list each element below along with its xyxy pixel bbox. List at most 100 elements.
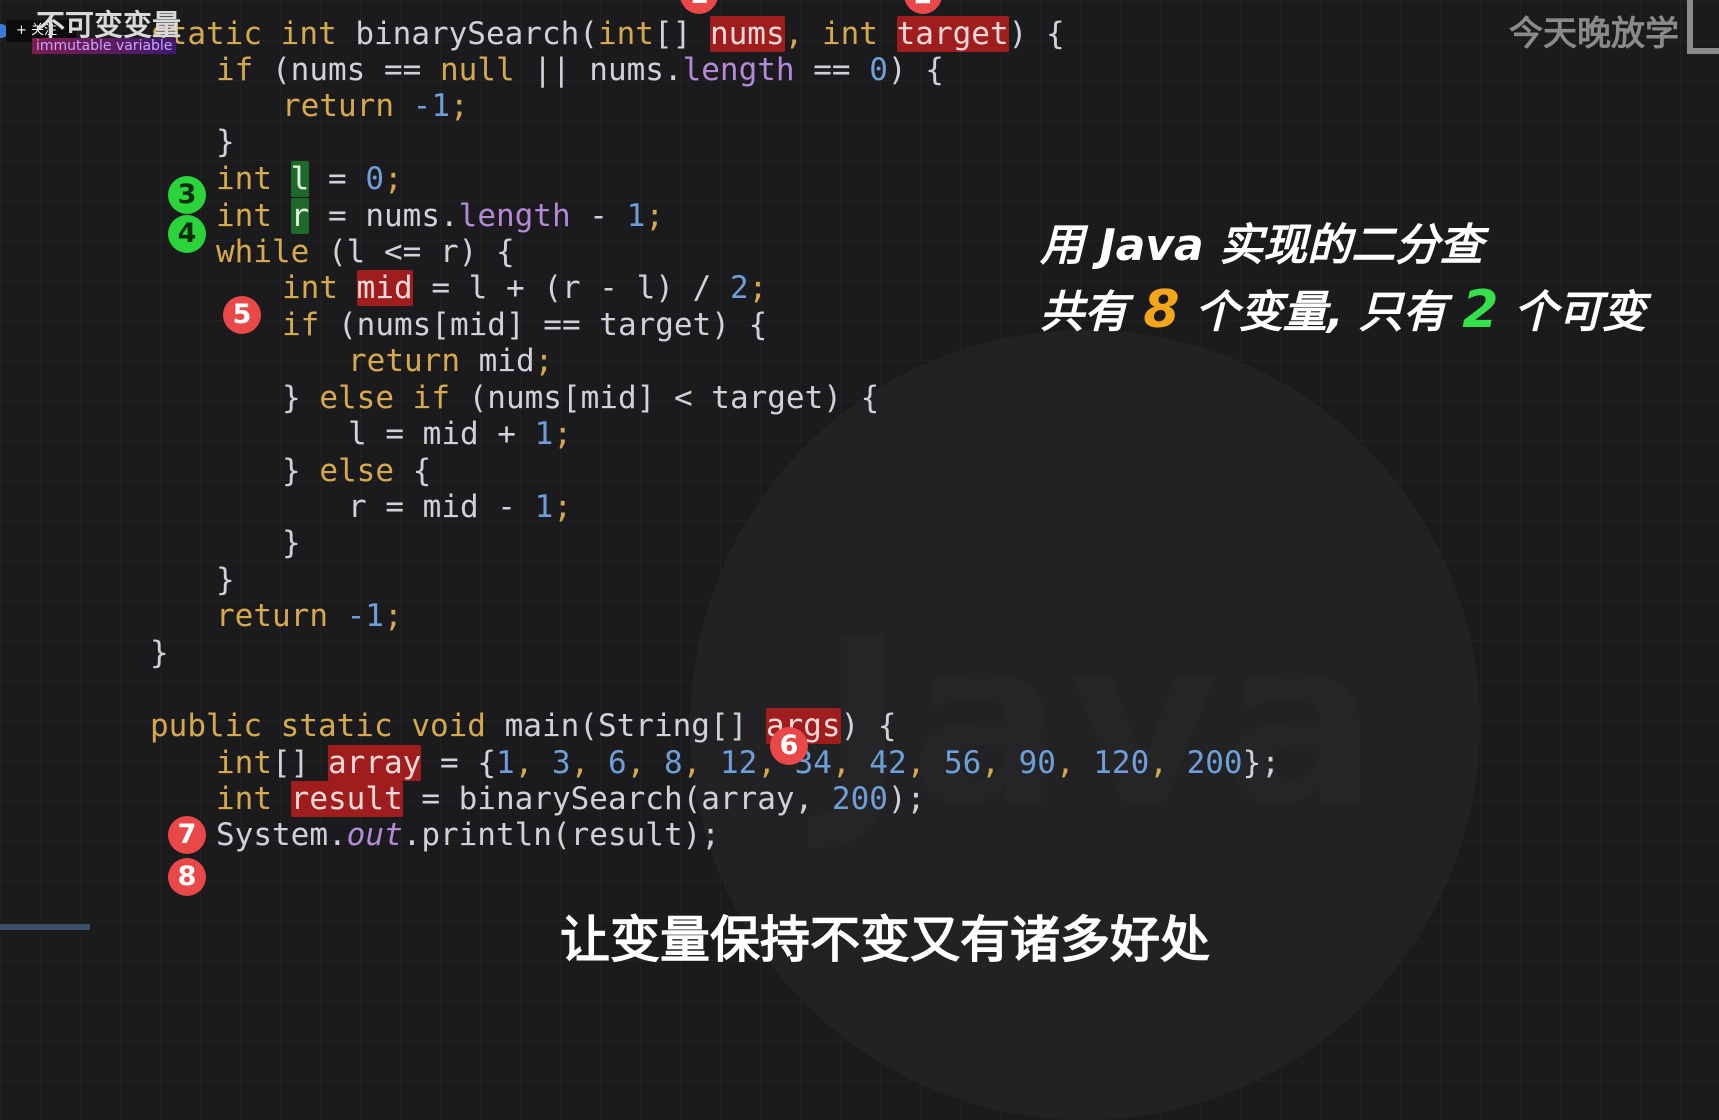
comma: , — [784, 16, 804, 52]
channel-logo-icon — [1687, 0, 1719, 54]
keyword-int: int — [280, 16, 337, 52]
semicolon: ; — [645, 198, 664, 234]
param-nums: nums — [709, 16, 785, 52]
code-text: .println(result); — [402, 817, 720, 853]
code-text: ) { — [840, 708, 897, 744]
code-text: (l <= r) { — [309, 234, 515, 270]
badge-5: 5 — [223, 296, 261, 334]
brace: } — [282, 380, 320, 416]
code-text: l = mid + — [348, 416, 535, 452]
badge-6: 6 — [770, 727, 808, 765]
keyword-return: return — [348, 343, 460, 379]
number-literal: 1 — [626, 198, 646, 234]
param-target: target — [896, 16, 1009, 52]
semicolon: ; — [449, 88, 469, 124]
keyword-int: int — [597, 16, 654, 52]
code-text: || nums. — [514, 52, 683, 88]
code-text: (nums[mid] == target) { — [319, 307, 768, 343]
keyword-if: if — [412, 380, 450, 416]
semicolon: ; — [383, 598, 403, 634]
caption-text: 共有 — [1040, 287, 1144, 338]
keyword-return: return — [282, 88, 394, 124]
array-value: 6 — [607, 745, 627, 781]
badge-8: 8 — [168, 858, 206, 896]
paren-brace: ) { — [1008, 16, 1065, 52]
array-value: 12 — [719, 745, 758, 781]
code-text: (nums == — [253, 52, 440, 88]
code-text: = l + (r - l) / — [412, 270, 730, 306]
code-line-20: int[] array = {1, 3, 6, 8, 12, 34, 42, 5… — [216, 743, 1280, 783]
comma: , — [682, 745, 720, 781]
code-text: System. — [216, 817, 347, 853]
array-brackets: [] — [272, 745, 328, 781]
code-line-1: static int binarySearch(int[] nums, int … — [150, 14, 1065, 54]
keyword-int: int — [216, 198, 272, 234]
array-value: 3 — [551, 745, 571, 781]
code-text: (nums[mid] < target) { — [449, 380, 880, 416]
channel-watermark: 今天晚放学 — [1509, 14, 1679, 54]
code-text: = { — [421, 745, 496, 781]
code-line-13: } else { — [282, 451, 431, 491]
var-r: r — [290, 198, 310, 234]
number-literal: 2 — [729, 270, 749, 306]
array-value: 120 — [1093, 745, 1150, 781]
code-text: }; — [1242, 745, 1280, 781]
badge-7: 7 — [168, 816, 206, 854]
field-out: out — [346, 817, 403, 853]
keyword-else: else — [319, 380, 394, 416]
code-line-5: int l = 0; — [216, 159, 403, 199]
number-literal: -1 — [327, 598, 384, 634]
badge-3: 3 — [168, 176, 206, 214]
method-name: binarySearch( — [355, 16, 598, 52]
code-text: = nums. — [309, 198, 459, 234]
video-title-en: immutable variable — [32, 38, 177, 54]
brace: } — [150, 635, 169, 671]
array-value: 200 — [1186, 745, 1243, 781]
keyword-void: void — [411, 708, 486, 744]
code-line-3: return -1; — [282, 86, 469, 126]
comma: , — [1055, 745, 1094, 781]
code-text: = binarySearch(array, — [402, 781, 832, 817]
array-brackets: [] — [653, 16, 710, 52]
brace: } — [216, 562, 235, 598]
semicolon: ; — [748, 270, 768, 306]
method-main: main(String[] — [504, 708, 766, 744]
code-line-7: while (l <= r) { — [216, 232, 515, 272]
comma: , — [831, 745, 870, 781]
semicolon: ; — [384, 161, 403, 197]
comma: , — [570, 745, 608, 781]
keyword-int: int — [821, 16, 878, 52]
caption-text: 个可变 — [1498, 287, 1646, 338]
code-line-8: int mid = l + (r - l) / 2; — [282, 268, 767, 308]
code-line-11: } else if (nums[mid] < target) { — [282, 378, 879, 418]
var-l: l — [290, 161, 310, 197]
progress-bar-stub — [0, 924, 90, 930]
keyword-int: int — [216, 781, 272, 817]
code-line-18: } — [150, 633, 169, 673]
array-value: 42 — [869, 745, 907, 781]
code-line-10: return mid; — [348, 341, 553, 381]
total-variable-count: 8 — [1143, 280, 1180, 340]
keyword-public: public — [150, 708, 262, 744]
video-title-box: + 关注 不可变变量 immutable variable — [0, 0, 200, 54]
array-value: 1 — [495, 745, 515, 781]
code-line-14: r = mid - 1; — [348, 487, 572, 527]
array-value: 8 — [663, 745, 683, 781]
brace: } — [282, 453, 320, 489]
code-line-6: int r = nums.length - 1; — [216, 196, 664, 236]
number-literal: 200 — [831, 781, 888, 817]
mutable-variable-count: 2 — [1462, 280, 1499, 340]
comma: , — [906, 745, 944, 781]
comma: , — [626, 745, 664, 781]
brace: } — [282, 525, 301, 561]
code-line-4: } — [216, 122, 235, 162]
code-text: r = mid - — [348, 489, 535, 525]
keyword-if: if — [216, 52, 254, 88]
var-array: array — [328, 745, 422, 781]
field-length: length — [458, 198, 571, 234]
number-literal: 1 — [534, 489, 554, 525]
code-line-12: l = mid + 1; — [348, 414, 572, 454]
caption-text: 个变量, 只有 — [1179, 287, 1463, 338]
code-text: - — [570, 198, 627, 234]
